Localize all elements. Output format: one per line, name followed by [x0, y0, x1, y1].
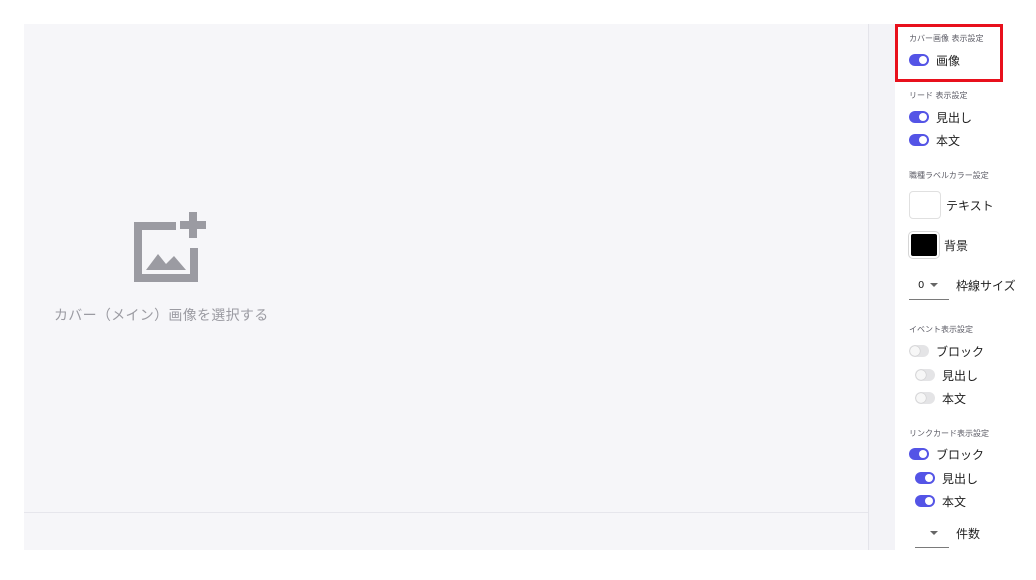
border-size-select[interactable]: 0 — [909, 271, 949, 300]
text-color-swatch[interactable] — [909, 191, 941, 219]
bg-color-swatch[interactable] — [909, 232, 939, 258]
link-card-count-row[interactable]: 件数 — [915, 519, 980, 548]
event-heading-toggle-row[interactable]: 見出し — [915, 366, 978, 384]
link-card-heading-toggle[interactable] — [915, 472, 935, 484]
link-card-block-toggle-row[interactable]: ブロック — [909, 445, 984, 463]
event-block-toggle-row[interactable]: ブロック — [909, 342, 984, 360]
event-body-toggle[interactable] — [915, 392, 935, 404]
text-color-row[interactable]: テキスト — [909, 191, 994, 219]
event-block-toggle[interactable] — [909, 345, 929, 357]
link-card-settings-title: リンクカード表示設定 — [909, 429, 989, 438]
border-size-value: 0 — [918, 279, 925, 291]
link-card-count-select[interactable] — [915, 519, 949, 548]
chevron-down-icon — [930, 531, 938, 535]
link-card-heading-toggle-row[interactable]: 見出し — [915, 469, 978, 487]
toggle-label: 見出し — [942, 471, 979, 486]
highlight-box — [895, 24, 1003, 82]
lead-heading-toggle-row[interactable]: 見出し — [909, 108, 972, 126]
select-cover-image-label[interactable]: カバー（メイン）画像を選択する — [54, 305, 269, 325]
toggle-label: 本文 — [936, 133, 961, 148]
text-color-label: テキスト — [946, 198, 994, 213]
border-size-label: 枠線サイズ — [956, 279, 1016, 293]
bg-color-row[interactable]: 背景 — [909, 232, 968, 258]
bg-color-label: 背景 — [944, 238, 969, 253]
lead-body-toggle[interactable] — [909, 134, 929, 146]
lead-settings-title: リード 表示設定 — [909, 91, 968, 100]
link-card-block-toggle[interactable] — [909, 448, 929, 460]
link-card-count-label: 件数 — [956, 527, 981, 541]
event-body-toggle-row[interactable]: 本文 — [915, 389, 966, 407]
chevron-down-icon — [930, 283, 939, 287]
lead-body-toggle-row[interactable]: 本文 — [909, 131, 960, 149]
link-card-body-toggle[interactable] — [915, 495, 935, 507]
toggle-label: 見出し — [936, 110, 973, 125]
link-card-body-toggle-row[interactable]: 本文 — [915, 492, 966, 510]
label-color-settings-title: 職種ラベルカラー設定 — [909, 171, 989, 180]
event-heading-toggle[interactable] — [915, 369, 935, 381]
event-settings-title: イベント表示設定 — [909, 325, 973, 334]
toggle-label: 見出し — [942, 368, 979, 383]
cover-image-canvas[interactable] — [24, 24, 868, 550]
toggle-label: ブロック — [936, 447, 985, 462]
add-image-icon[interactable] — [128, 208, 210, 286]
border-size-row[interactable]: 0 枠線サイズ — [909, 271, 1016, 300]
toggle-label: 本文 — [942, 391, 967, 406]
toggle-label: 本文 — [942, 494, 967, 509]
lead-heading-toggle[interactable] — [909, 111, 929, 123]
panel-divider — [868, 24, 895, 550]
toggle-label: ブロック — [936, 344, 985, 359]
canvas-footer — [24, 512, 868, 550]
